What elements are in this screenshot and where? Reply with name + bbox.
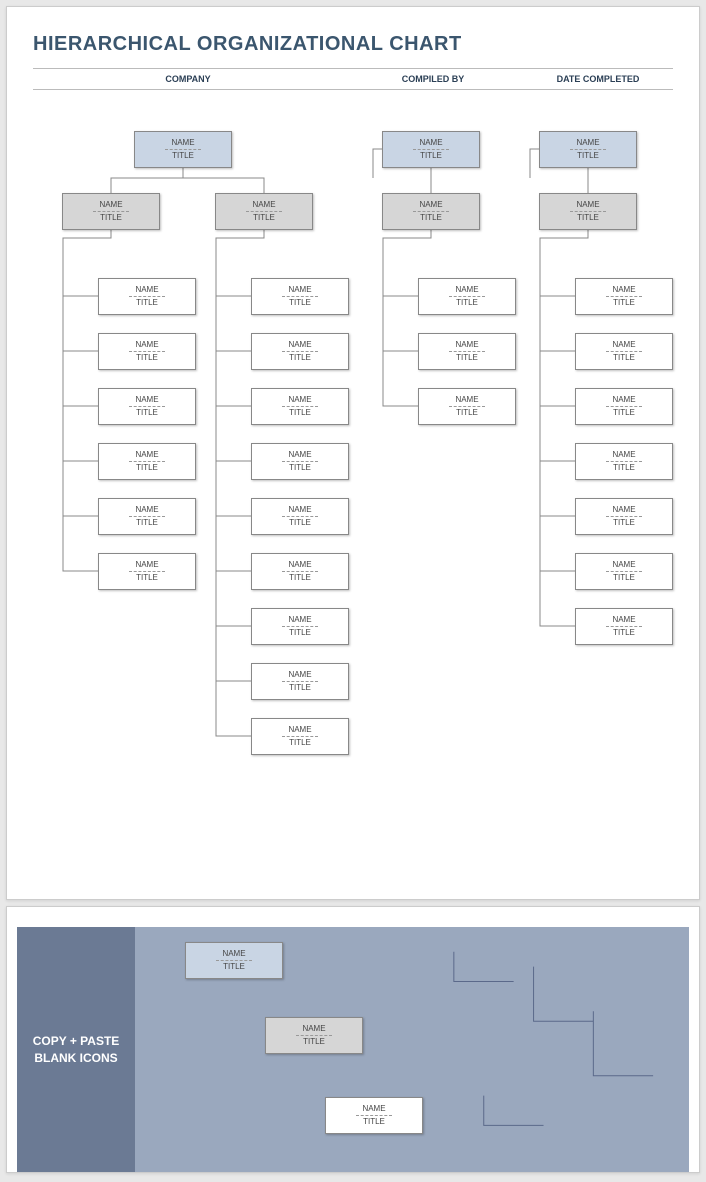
- mid-box[interactable]: NAMETITLE: [382, 193, 480, 230]
- leaf-box[interactable]: NAMETITLE: [251, 278, 349, 315]
- leaf-box[interactable]: NAMETITLE: [251, 718, 349, 755]
- leaf-box[interactable]: NAMETITLE: [251, 443, 349, 480]
- top-box-compiled-by[interactable]: NAMETITLE: [382, 131, 480, 168]
- top-box-date-completed[interactable]: NAMETITLE: [539, 131, 637, 168]
- page-title: HIERARCHICAL ORGANIZATIONAL CHART: [33, 33, 673, 56]
- leaf-box[interactable]: NAMETITLE: [251, 333, 349, 370]
- header-row: COMPANY COMPILED BY DATE COMPLETED: [33, 68, 673, 90]
- header-date-completed: DATE COMPLETED: [523, 74, 673, 84]
- leaf-box[interactable]: NAMETITLE: [418, 388, 516, 425]
- page-palette: COPY + PASTE BLANK ICONS NAMETITLE NAMET…: [6, 906, 700, 1173]
- leaf-box[interactable]: NAMETITLE: [575, 278, 673, 315]
- palette-box-grey[interactable]: NAMETITLE: [265, 1017, 363, 1054]
- leaf-box[interactable]: NAMETITLE: [575, 443, 673, 480]
- leaf-box[interactable]: NAMETITLE: [251, 498, 349, 535]
- leaf-box[interactable]: NAMETITLE: [98, 278, 196, 315]
- palette-stage: NAMETITLE NAMETITLE NAMETITLE: [135, 927, 689, 1172]
- leaf-box[interactable]: NAMETITLE: [418, 333, 516, 370]
- leaf-box[interactable]: NAMETITLE: [575, 553, 673, 590]
- connector-lines: [33, 118, 673, 873]
- leaf-box[interactable]: NAMETITLE: [575, 498, 673, 535]
- leaf-box[interactable]: NAMETITLE: [98, 498, 196, 535]
- leaf-box[interactable]: NAMETITLE: [98, 553, 196, 590]
- mid-box[interactable]: NAMETITLE: [539, 193, 637, 230]
- leaf-box[interactable]: NAMETITLE: [575, 388, 673, 425]
- page-chart: HIERARCHICAL ORGANIZATIONAL CHART COMPAN…: [6, 6, 700, 900]
- leaf-box[interactable]: NAMETITLE: [575, 333, 673, 370]
- header-compiled-by: COMPILED BY: [343, 74, 523, 84]
- palette-label: COPY + PASTE BLANK ICONS: [17, 927, 135, 1172]
- leaf-box[interactable]: NAMETITLE: [251, 663, 349, 700]
- leaf-box[interactable]: NAMETITLE: [575, 608, 673, 645]
- leaf-box[interactable]: NAMETITLE: [98, 388, 196, 425]
- mid-box[interactable]: NAMETITLE: [215, 193, 313, 230]
- org-chart-canvas: NAMETITLE NAMETITLE NAMETITLE NAMETITLE …: [33, 118, 673, 873]
- palette-box-white[interactable]: NAMETITLE: [325, 1097, 423, 1134]
- leaf-box[interactable]: NAMETITLE: [418, 278, 516, 315]
- leaf-box[interactable]: NAMETITLE: [98, 443, 196, 480]
- leaf-box[interactable]: NAMETITLE: [251, 388, 349, 425]
- mid-box[interactable]: NAMETITLE: [62, 193, 160, 230]
- header-company: COMPANY: [33, 74, 343, 84]
- leaf-box[interactable]: NAMETITLE: [98, 333, 196, 370]
- top-box-company[interactable]: NAMETITLE: [134, 131, 232, 168]
- leaf-box[interactable]: NAMETITLE: [251, 608, 349, 645]
- palette-box-blue[interactable]: NAMETITLE: [185, 942, 283, 979]
- leaf-box[interactable]: NAMETITLE: [251, 553, 349, 590]
